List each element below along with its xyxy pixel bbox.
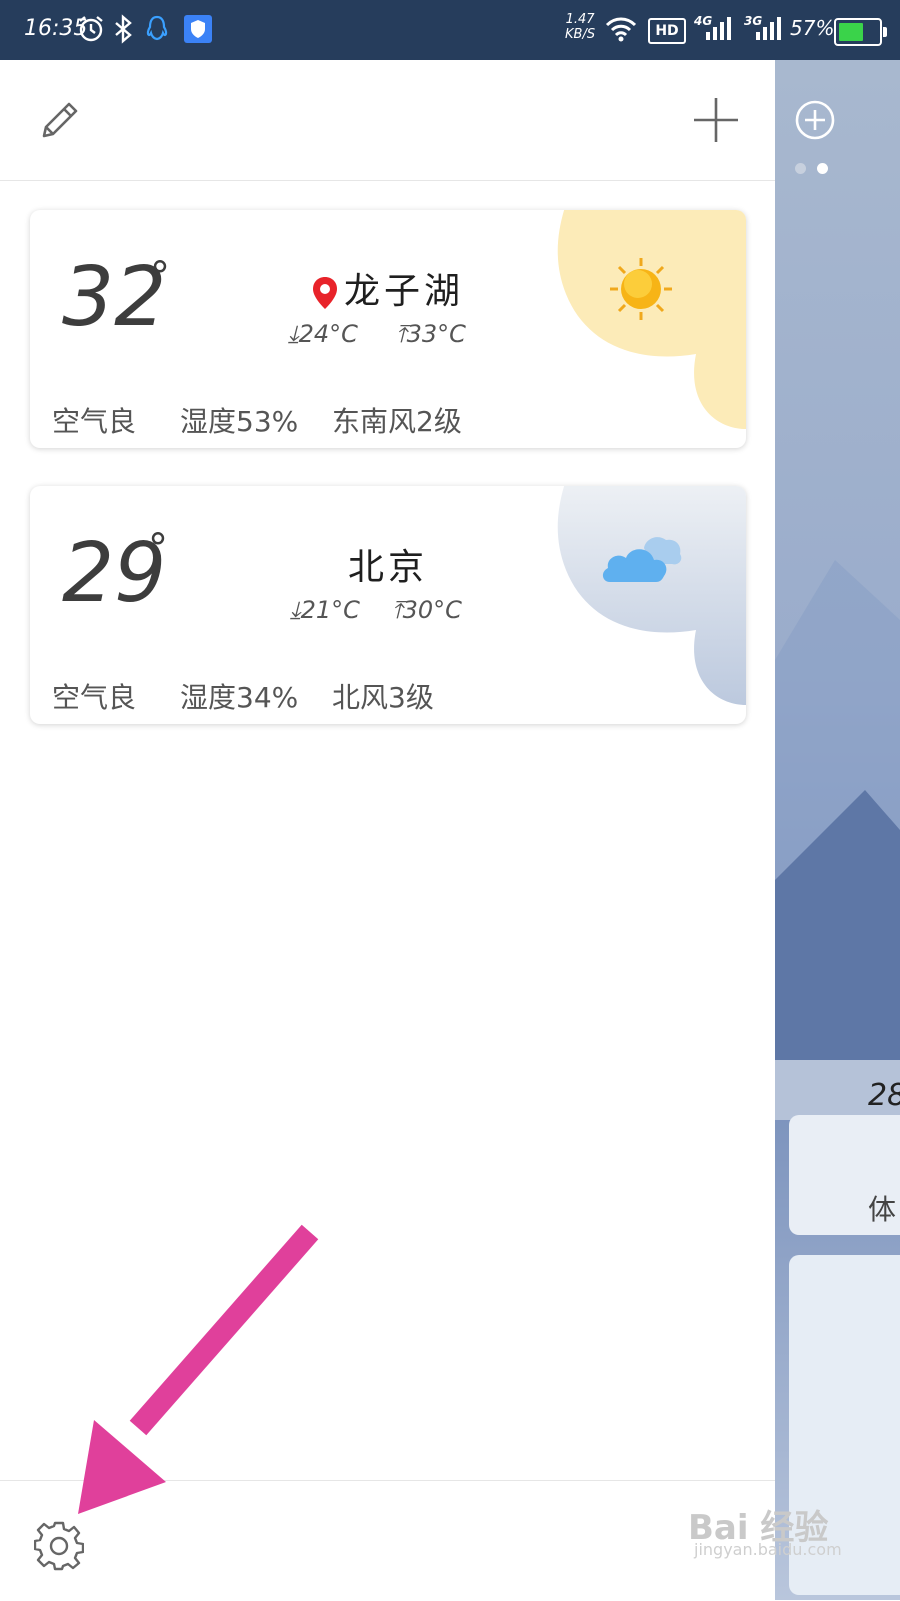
humidity: 湿度53% — [180, 405, 299, 438]
low-temp-value: 24°C — [298, 320, 358, 348]
city-name: 龙子湖 — [30, 262, 746, 314]
low-temp: ⤓21°C — [290, 596, 360, 624]
mountain-scenery — [775, 560, 900, 1120]
bottom-bar — [0, 1480, 775, 1601]
background-temp: 28 — [868, 1078, 900, 1113]
high-temp: ⤒30°C — [392, 596, 462, 624]
toolbar — [0, 60, 775, 181]
alarm-icon — [79, 16, 103, 42]
down-arrow-icon: ⤓ — [290, 596, 301, 624]
bluetooth-icon — [115, 14, 132, 44]
shield-icon — [184, 15, 212, 43]
wind: 东南风2级 — [332, 405, 462, 438]
background-feel-label: 体 — [868, 1193, 897, 1226]
city-card-2[interactable]: 29 ° 北京 ⤓21°C ⤒30°C 空气良 湿度34% 北风3级 — [30, 486, 746, 724]
city-name-text: 龙子湖 — [343, 271, 464, 312]
plus-icon[interactable] — [690, 94, 742, 146]
signal-icon — [756, 17, 781, 40]
net-speed: 1.47 KB/S — [565, 12, 595, 42]
page-indicator-dot — [817, 163, 828, 174]
weather-background-page — [775, 60, 900, 1600]
signal-icon — [706, 17, 731, 40]
high-temp: ⤒33°C — [396, 320, 466, 348]
card-corner-decoration — [557, 210, 746, 429]
high-temp-value: 33°C — [406, 320, 466, 348]
city-name: 北京 — [30, 538, 746, 590]
page-indicator-dot — [795, 163, 806, 174]
city-manager-panel: 32 ° 龙子湖 ⤓24°C ⤒33°C 空气良 湿度53% 东南风2级 29 … — [0, 60, 775, 1600]
wind: 北风3级 — [332, 681, 434, 714]
air-quality: 空气良 — [52, 681, 137, 714]
battery-percent: 57% — [790, 16, 835, 40]
baidu-watermark-url: jingyan.baidu.com — [694, 1540, 842, 1559]
low-temp: ⤓24°C — [288, 320, 358, 348]
card-corner-decoration — [557, 486, 746, 705]
net-speed-unit: KB/S — [565, 27, 596, 42]
city-card-1[interactable]: 32 ° 龙子湖 ⤓24°C ⤒33°C 空气良 湿度53% 东南风2级 — [30, 210, 746, 448]
city-name-text: 北京 — [347, 547, 428, 588]
battery-icon — [834, 18, 887, 46]
location-pin-icon — [312, 277, 337, 309]
high-temp-value: 30°C — [402, 596, 462, 624]
up-arrow-icon: ⤒ — [392, 596, 403, 624]
pencil-icon[interactable] — [36, 96, 84, 144]
wifi-icon — [605, 17, 637, 42]
gear-icon[interactable] — [34, 1521, 84, 1571]
status-bar: 16:35 1.47 KB/S HD 4G 3G 57% — [0, 0, 900, 60]
up-arrow-icon: ⤒ — [396, 320, 407, 348]
net-speed-value: 1.47 — [565, 12, 595, 27]
humidity: 湿度34% — [180, 681, 299, 714]
low-temp-value: 21°C — [300, 596, 360, 624]
hd-badge: HD — [648, 18, 686, 44]
add-city-icon[interactable] — [793, 98, 837, 142]
down-arrow-icon: ⤓ — [288, 320, 299, 348]
air-quality: 空气良 — [52, 405, 137, 438]
qq-icon — [146, 15, 168, 41]
